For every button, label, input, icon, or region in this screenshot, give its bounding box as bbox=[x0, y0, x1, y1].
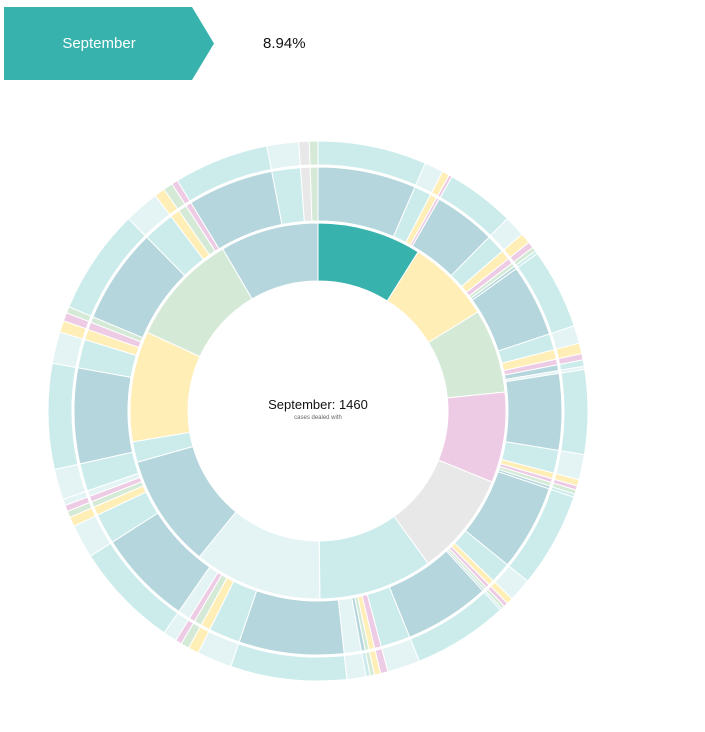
sunburst-chart[interactable]: September: 1460 cases dealed with bbox=[0, 0, 705, 732]
subcategory-segment[interactable] bbox=[47, 362, 79, 471]
category-segment[interactable] bbox=[309, 166, 319, 222]
category-segment[interactable] bbox=[73, 367, 134, 465]
category-segment[interactable] bbox=[504, 372, 563, 452]
subcategory-segment[interactable] bbox=[266, 141, 301, 171]
center-title: September: 1460 bbox=[268, 397, 368, 412]
subcategory-segment[interactable] bbox=[308, 140, 319, 166]
category-segment[interactable] bbox=[238, 590, 345, 656]
center-subtitle: cases dealed with bbox=[294, 415, 342, 421]
subcategory-segment[interactable] bbox=[560, 368, 589, 456]
subcategory-segment[interactable] bbox=[343, 652, 367, 680]
subcategory-segment[interactable] bbox=[298, 140, 311, 167]
